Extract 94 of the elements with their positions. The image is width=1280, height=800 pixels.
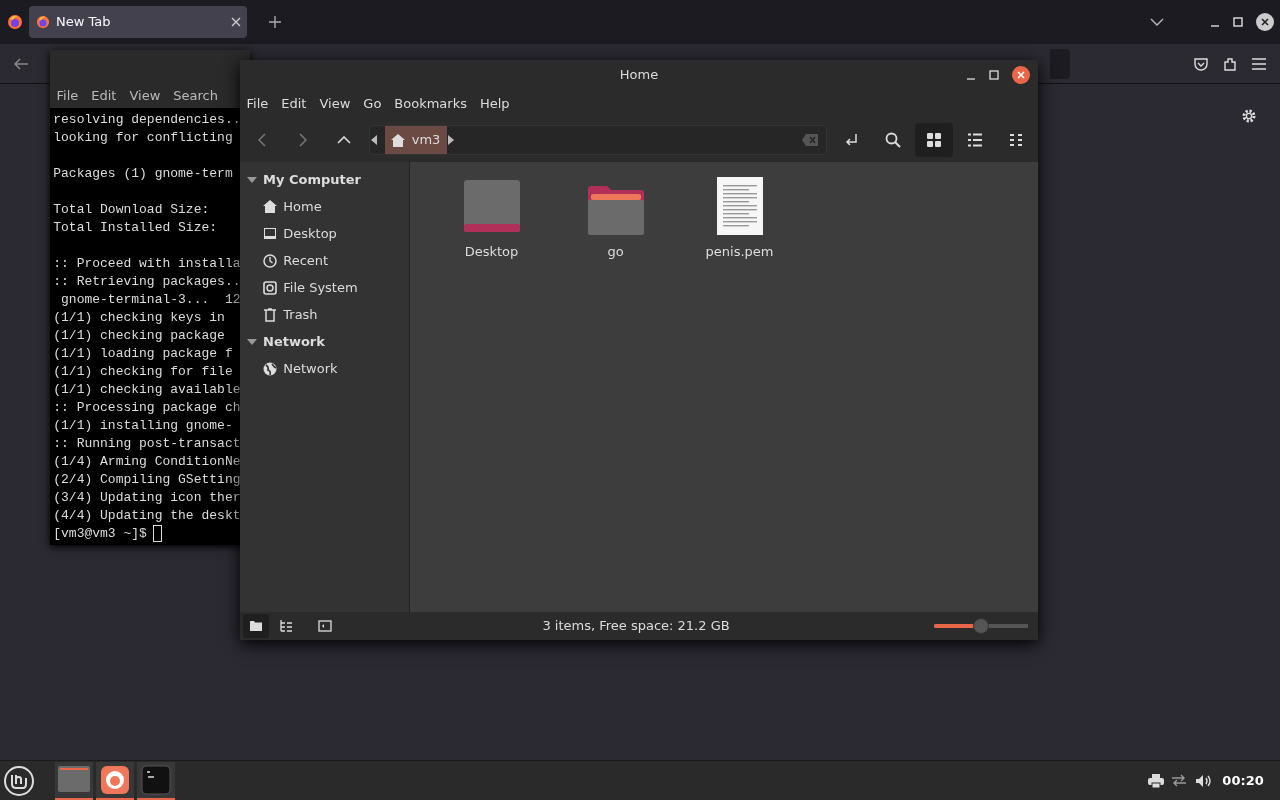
text-cursor — [153, 525, 163, 543]
monitor-icon — [262, 226, 277, 241]
sidebar-item[interactable]: Recent — [243, 247, 413, 274]
list-icon — [968, 133, 983, 147]
menu-item[interactable]: File — [246, 94, 269, 114]
arrow-left-icon[interactable] — [370, 134, 379, 146]
chevron-down-icon[interactable] — [1150, 18, 1164, 26]
printer-icon[interactable] — [1147, 773, 1164, 788]
chevron-up-icon — [336, 136, 351, 144]
terminal-line: gnome-terminal-3... 12 — [60, 291, 242, 310]
taskbar-button[interactable] — [96, 761, 134, 800]
menu-item[interactable]: Go — [363, 94, 382, 114]
terminal-line: :: Running post-transact — [53, 435, 242, 454]
terminal-line: looking for conflicting — [53, 129, 234, 148]
places-button[interactable] — [243, 614, 270, 638]
menu-icon[interactable] — [1251, 56, 1267, 71]
panel-icon — [317, 619, 332, 633]
terminal-line: (1/1) checking package — [53, 327, 226, 346]
pocket-icon[interactable] — [1193, 55, 1209, 72]
settings-icon[interactable] — [1241, 108, 1257, 124]
document-icon — [716, 177, 763, 235]
section-header: Network — [263, 332, 325, 351]
terminal-line: (1/1) checking for file — [53, 363, 234, 382]
drive-icon — [262, 280, 277, 295]
trash-icon — [262, 307, 277, 322]
taskbar-button[interactable] — [137, 761, 176, 800]
terminal-line: (1/1) loading package f — [53, 345, 234, 364]
folder-icon — [249, 619, 264, 633]
terminal-line: (1/1) installing gnome- — [53, 417, 234, 436]
arrow-right-icon[interactable] — [446, 134, 455, 146]
folder-icon — [462, 179, 521, 235]
terminal-line: Packages (1) gnome-term — [53, 165, 234, 184]
close-icon[interactable] — [1255, 13, 1274, 31]
puzzle-icon[interactable] — [1222, 55, 1238, 72]
chevron-left-icon — [258, 133, 267, 147]
terminal-line: :: Processing package ch — [53, 399, 242, 418]
terminal-line: (1/1) checking available — [53, 381, 242, 400]
folder-icon — [586, 185, 645, 235]
menu-item[interactable]: Edit — [91, 86, 117, 106]
terminal-line: resolving dependencies.. — [53, 111, 242, 130]
folder-tile[interactable]: Desktop — [429, 175, 554, 261]
terminal-app-icon — [139, 762, 174, 797]
plus-icon[interactable] — [267, 15, 282, 29]
tab[interactable]: New Tab — [29, 6, 247, 38]
network-disconnected-icon[interactable] — [1170, 773, 1189, 788]
compact-list-icon — [1008, 133, 1023, 147]
terminal-line: :: Proceed with installa — [53, 255, 242, 274]
sidebar-item[interactable]: Trash — [243, 301, 413, 328]
terminal-line: (1/4) Arming ConditionNe — [53, 453, 242, 472]
triangle-down-icon[interactable] — [246, 336, 257, 347]
home-icon — [262, 199, 277, 214]
breadcrumb-button[interactable]: vm3 — [384, 126, 447, 154]
menu-item[interactable]: Search — [173, 86, 218, 106]
clock-icon — [262, 253, 277, 268]
maximize-icon[interactable] — [989, 70, 999, 80]
triangle-down-icon[interactable] — [246, 174, 257, 185]
menu-item[interactable]: File — [56, 86, 79, 106]
back-arrow-icon[interactable] — [13, 56, 29, 71]
mint-logo-icon[interactable] — [3, 764, 36, 797]
slider-thumb[interactable] — [973, 618, 990, 634]
volume-icon[interactable] — [1194, 773, 1213, 788]
status-text: 3 items, Free space: 21.2 GB — [542, 618, 730, 634]
home-icon — [391, 133, 406, 147]
terminal-line: (3/4) Updating icon ther — [53, 489, 242, 508]
chevron-right-icon — [299, 133, 307, 147]
folder-tile[interactable]: go — [553, 175, 678, 261]
terminal-prompt: [vm3@vm3 ~]$ — [53, 525, 147, 544]
browser-logo-icon — [35, 15, 50, 29]
document-tile[interactable]: penis.pem — [677, 175, 802, 261]
terminal-line: (4/4) Updating the deskt — [53, 507, 242, 526]
terminal-line: Total Installed Size: — [53, 219, 219, 238]
terminal-line: Total Download Size: — [53, 201, 211, 220]
menu-item[interactable]: Bookmarks — [394, 94, 467, 114]
menu-item[interactable]: View — [319, 94, 351, 114]
sidebar-item[interactable]: File System — [243, 274, 413, 301]
sidebar-item[interactable]: Home — [243, 193, 413, 220]
globe-icon — [262, 361, 277, 376]
search-icon — [885, 132, 902, 148]
terminal-line: :: Retrieving packages.. — [53, 273, 242, 292]
browser-logo-icon — [6, 14, 23, 30]
menu-item[interactable]: Edit — [281, 94, 307, 114]
icon-view-button[interactable] — [915, 123, 953, 157]
menu-item[interactable]: View — [129, 86, 161, 106]
clock[interactable]: 00:20 — [1222, 770, 1264, 791]
grid-icon — [927, 133, 942, 147]
terminal-line: (1/1) checking keys in — [53, 309, 226, 328]
close-icon[interactable] — [230, 17, 241, 27]
window-title: Home — [619, 66, 659, 85]
terminal-line: (2/4) Compiling GSetting — [53, 471, 242, 490]
section-header: My Computer — [263, 170, 361, 189]
tree-icon — [278, 619, 293, 633]
close-icon[interactable] — [1012, 66, 1030, 84]
menu-item[interactable]: Help — [480, 94, 510, 114]
maximize-icon[interactable] — [1232, 17, 1243, 27]
